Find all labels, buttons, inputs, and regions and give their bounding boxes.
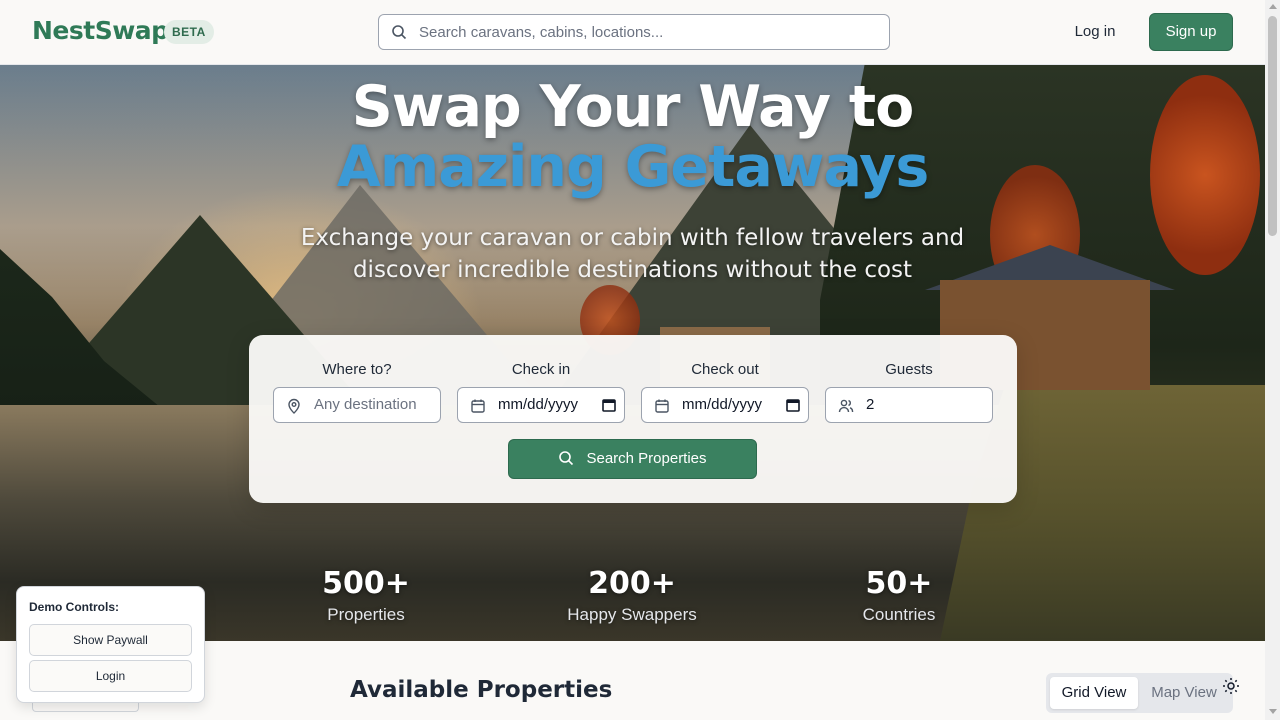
signup-button[interactable]: Sign up (1149, 13, 1233, 51)
map-view-button[interactable]: Map View (1142, 677, 1226, 709)
login-button[interactable]: Log in (1060, 14, 1130, 50)
show-paywall-button[interactable]: Show Paywall (29, 624, 192, 656)
stat-label: Properties (327, 605, 405, 624)
stat-properties: 500+ Properties (246, 565, 486, 627)
view-toggle: Grid View Map View (1046, 673, 1233, 713)
section-title: Available Properties (350, 677, 613, 703)
calendar-icon (655, 399, 669, 413)
hero-section: Swap Your Way to Amazing Getaways Exchan… (0, 65, 1265, 641)
guests-field[interactable]: 2 (825, 387, 993, 423)
where-field[interactable]: Any destination (273, 387, 441, 423)
search-input[interactable] (419, 15, 879, 49)
search-properties-label: Search Properties (586, 450, 707, 467)
where-placeholder: Any destination (314, 396, 417, 413)
demo-controls-title: Demo Controls: (29, 600, 119, 614)
demo-login-button[interactable]: Login (29, 660, 192, 692)
top-nav: NestSwap BETA Log in Sign up (0, 0, 1265, 65)
users-icon (838, 399, 854, 413)
beta-badge: BETA (164, 20, 214, 44)
where-label: Where to? (322, 361, 392, 378)
search-properties-button[interactable]: Search Properties (508, 439, 757, 479)
calendar-icon (471, 399, 485, 413)
calendar-picker-icon[interactable] (602, 398, 616, 412)
search-icon (392, 25, 407, 40)
calendar-picker-icon[interactable] (786, 398, 800, 412)
checkin-field[interactable]: mm/dd/yyyy (457, 387, 625, 423)
scroll-thumb[interactable] (1268, 16, 1277, 236)
sun-icon[interactable] (1222, 677, 1240, 695)
stat-countries: 50+ Countries (779, 565, 1019, 627)
hero-title: Swap Your Way to Amazing Getaways (0, 77, 1265, 197)
stat-value: 500+ (322, 566, 410, 601)
stat-swappers: 200+ Happy Swappers (512, 565, 752, 627)
stat-label: Happy Swappers (567, 605, 697, 624)
checkin-value: mm/dd/yyyy (498, 396, 579, 413)
hero-title-line2: Amazing Getaways (336, 134, 930, 200)
scroll-down-arrow-icon[interactable] (1269, 709, 1277, 714)
checkout-value: mm/dd/yyyy (682, 396, 763, 413)
search-icon (559, 451, 574, 466)
page-scrollbar[interactable] (1265, 0, 1280, 720)
hero-subtitle: Exchange your caravan or cabin with fell… (300, 225, 965, 283)
guests-label: Guests (885, 361, 933, 378)
guests-value: 2 (866, 396, 875, 413)
stat-value: 50+ (865, 566, 933, 601)
demo-controls-panel: Demo Controls: Show Paywall Login (16, 586, 205, 703)
search-bar[interactable] (378, 14, 890, 50)
checkout-label: Check out (691, 361, 759, 378)
hero-title-line1: Swap Your Way to (351, 74, 915, 140)
stat-label: Countries (862, 605, 936, 624)
search-card: Where to? Any destination Check in mm/dd… (249, 335, 1017, 503)
logo[interactable]: NestSwap (32, 16, 169, 45)
grid-view-button[interactable]: Grid View (1050, 677, 1138, 709)
map-pin-icon (288, 398, 300, 414)
scroll-up-arrow-icon[interactable] (1269, 4, 1277, 9)
checkin-label: Check in (511, 361, 571, 378)
checkout-field[interactable]: mm/dd/yyyy (641, 387, 809, 423)
stat-value: 200+ (588, 566, 676, 601)
